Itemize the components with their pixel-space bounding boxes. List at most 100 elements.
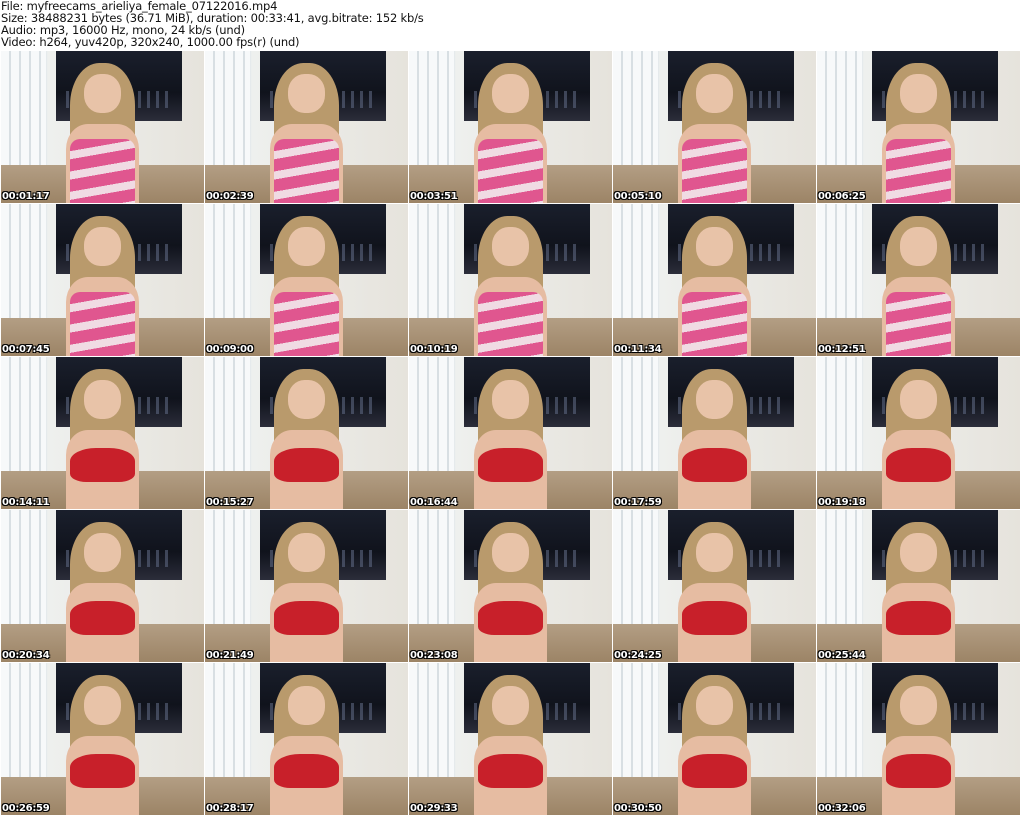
- video-thumbnail: 00:15:27: [205, 357, 408, 509]
- clothing: [886, 139, 951, 203]
- video-thumbnail: 00:16:44: [409, 357, 612, 509]
- video-thumbnail: 00:10:19: [409, 204, 612, 356]
- clothing: [886, 601, 951, 635]
- video-thumbnail: 00:29:33: [409, 663, 612, 815]
- video-thumbnail: 00:30:50: [613, 663, 816, 815]
- clothing: [274, 448, 339, 482]
- thumbnail-grid: 00:01:17 00:02:39 00:03:51 00:05:10 00:06:25…: [1, 51, 1020, 815]
- clothing: [682, 754, 747, 788]
- clothing: [478, 601, 543, 635]
- person-face: [84, 532, 121, 573]
- clothing: [478, 448, 543, 482]
- timestamp: 00:25:44: [818, 650, 866, 661]
- person-face: [900, 685, 937, 726]
- video-thumbnail: 00:03:51: [409, 51, 612, 203]
- timestamp: 00:16:44: [410, 497, 458, 508]
- timestamp: 00:14:11: [2, 497, 50, 508]
- video-thumbnail: 00:02:39: [205, 51, 408, 203]
- person-face: [84, 73, 121, 114]
- timestamp: 00:06:25: [818, 191, 866, 202]
- clothing: [274, 292, 339, 356]
- clothing: [274, 754, 339, 788]
- person-face: [900, 226, 937, 267]
- person-face: [696, 532, 733, 573]
- video-thumbnail: 00:32:06: [817, 663, 1020, 815]
- person-face: [288, 532, 325, 573]
- video-thumbnail: 00:28:17: [205, 663, 408, 815]
- timestamp: 00:05:10: [614, 191, 662, 202]
- video-thumbnail: 00:25:44: [817, 510, 1020, 662]
- timestamp: 00:20:34: [2, 650, 50, 661]
- video-thumbnail: 00:20:34: [1, 510, 204, 662]
- clothing: [682, 139, 747, 203]
- clothing: [886, 448, 951, 482]
- timestamp: 00:01:17: [2, 191, 50, 202]
- video-thumbnail: 00:17:59: [613, 357, 816, 509]
- clothing: [70, 601, 135, 635]
- timestamp: 00:17:59: [614, 497, 662, 508]
- video-thumbnail: 00:07:45: [1, 204, 204, 356]
- timestamp: 00:30:50: [614, 803, 662, 814]
- person-face: [492, 685, 529, 726]
- clothing: [478, 754, 543, 788]
- clothing: [70, 448, 135, 482]
- person-face: [492, 532, 529, 573]
- timestamp: 00:28:17: [206, 803, 254, 814]
- video-thumbnail: 00:09:00: [205, 204, 408, 356]
- timestamp: 00:11:34: [614, 344, 662, 355]
- clothing: [682, 292, 747, 356]
- clothing: [478, 139, 543, 203]
- person-face: [696, 685, 733, 726]
- person-face: [492, 379, 529, 420]
- timestamp: 00:12:51: [818, 344, 866, 355]
- timestamp: 00:23:08: [410, 650, 458, 661]
- video-thumbnail: 00:26:59: [1, 663, 204, 815]
- video-thumbnail: 00:21:49: [205, 510, 408, 662]
- person-face: [492, 73, 529, 114]
- timestamp: 00:03:51: [410, 191, 458, 202]
- video-thumbnail: 00:19:18: [817, 357, 1020, 509]
- timestamp: 00:07:45: [2, 344, 50, 355]
- clothing: [274, 601, 339, 635]
- clothing: [886, 754, 951, 788]
- clothing: [70, 139, 135, 203]
- person-face: [288, 685, 325, 726]
- clothing: [886, 292, 951, 356]
- clothing: [682, 448, 747, 482]
- person-face: [900, 379, 937, 420]
- video-thumbnail: 00:05:10: [613, 51, 816, 203]
- video-thumbnail: 00:12:51: [817, 204, 1020, 356]
- person-face: [288, 379, 325, 420]
- clothing: [682, 601, 747, 635]
- timestamp: 00:09:00: [206, 344, 254, 355]
- person-face: [696, 73, 733, 114]
- video-thumbnail: 00:01:17: [1, 51, 204, 203]
- timestamp: 00:21:49: [206, 650, 254, 661]
- timestamp: 00:24:25: [614, 650, 662, 661]
- video-thumbnail: 00:14:11: [1, 357, 204, 509]
- person-face: [288, 226, 325, 267]
- video-thumbnail: 00:11:34: [613, 204, 816, 356]
- timestamp: 00:26:59: [2, 803, 50, 814]
- file-info-header: File: myfreecams_arieliya_female_0712201…: [1, 0, 424, 48]
- person-face: [696, 226, 733, 267]
- person-face: [492, 226, 529, 267]
- timestamp: 00:10:19: [410, 344, 458, 355]
- timestamp: 00:15:27: [206, 497, 254, 508]
- clothing: [70, 292, 135, 356]
- video-thumbnail: 00:06:25: [817, 51, 1020, 203]
- clothing: [478, 292, 543, 356]
- person-face: [84, 685, 121, 726]
- timestamp: 00:29:33: [410, 803, 458, 814]
- person-face: [288, 73, 325, 114]
- video-thumbnail: 00:24:25: [613, 510, 816, 662]
- timestamp: 00:02:39: [206, 191, 254, 202]
- person-face: [84, 226, 121, 267]
- timestamp: 00:19:18: [818, 497, 866, 508]
- person-face: [900, 73, 937, 114]
- person-face: [696, 379, 733, 420]
- person-face: [900, 532, 937, 573]
- person-face: [84, 379, 121, 420]
- video-info: Video: h264, yuv420p, 320x240, 1000.00 f…: [1, 35, 300, 49]
- video-thumbnail: 00:23:08: [409, 510, 612, 662]
